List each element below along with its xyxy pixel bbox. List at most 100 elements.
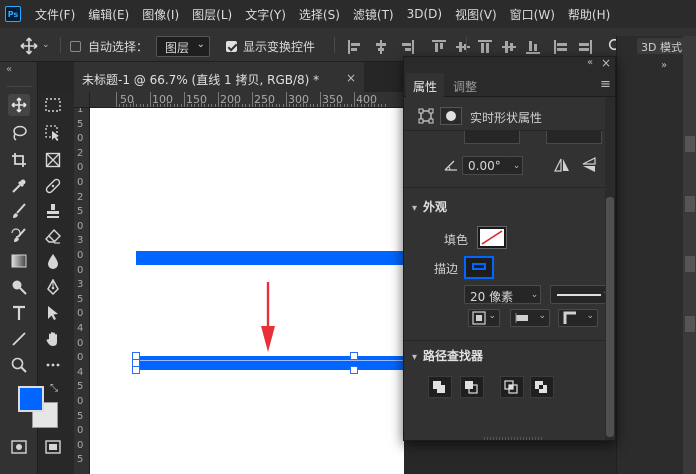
align-right-icon[interactable] [400, 40, 414, 54]
combine-shapes-button[interactable] [428, 376, 452, 398]
menu-view[interactable]: 视图(V) [455, 6, 497, 23]
dock-tab-3[interactable] [685, 256, 695, 272]
width-field[interactable] [464, 131, 520, 144]
stroke-cap-select[interactable]: ⌄ [510, 309, 550, 327]
distribute-top-icon[interactable] [478, 40, 492, 54]
blur-icon[interactable] [42, 250, 64, 272]
healing-brush-icon[interactable] [42, 175, 64, 197]
distribute-center-icon[interactable] [502, 40, 516, 54]
history-brush-icon[interactable] [8, 225, 30, 247]
height-field[interactable] [546, 131, 602, 144]
horizontal-ruler[interactable]: 50 100 150 200 250 300 350 400 [90, 92, 404, 108]
close-icon[interactable]: × [601, 56, 611, 70]
chevron-down-icon[interactable]: ⌄ [529, 285, 541, 304]
foreground-color-swatch[interactable] [18, 386, 44, 412]
zoom-icon[interactable] [8, 354, 30, 376]
photoshop-logo[interactable]: Ps [5, 6, 21, 22]
transform-handle[interactable] [350, 366, 358, 374]
appearance-section-title[interactable]: ▾ 外观 [412, 198, 447, 215]
transform-handle[interactable] [350, 352, 358, 360]
stroke-align-select[interactable]: ⌄ [468, 309, 500, 327]
ruler-label: 4 [77, 323, 84, 334]
frame-icon[interactable] [42, 149, 64, 171]
dodge-icon[interactable] [8, 276, 30, 298]
pathfinder-section-title[interactable]: ▾ 路径查找器 [412, 347, 483, 364]
screen-mode-icon[interactable] [42, 436, 64, 458]
menu-edit[interactable]: 编辑(E) [88, 6, 129, 23]
menu-file[interactable]: 文件(F) [35, 6, 75, 23]
align-horizontal-center-icon[interactable] [374, 40, 388, 54]
align-top-icon[interactable] [432, 40, 446, 54]
dock-tab-2[interactable] [685, 196, 695, 212]
document-canvas[interactable] [90, 108, 404, 474]
panel-scrollbar-thumb[interactable] [606, 197, 614, 437]
toolbar-collapse-icon[interactable]: « [6, 64, 12, 75]
panel-collapse-icon[interactable]: « [587, 57, 593, 68]
subtract-front-shape-button[interactable] [460, 376, 484, 398]
auto-select-checkbox[interactable] [70, 41, 81, 52]
lasso-icon[interactable] [8, 122, 30, 144]
pen-icon[interactable] [42, 276, 64, 298]
quick-mask-icon[interactable] [8, 436, 30, 458]
flip-vertical-icon[interactable] [582, 157, 596, 173]
menu-select[interactable]: 选择(S) [299, 6, 340, 23]
mask-icon[interactable] [440, 107, 462, 125]
menu-image[interactable]: 图像(I) [142, 6, 179, 23]
stroke-width-input[interactable]: 20 像素 [464, 285, 530, 304]
transform-handle[interactable] [132, 366, 140, 374]
brush-icon[interactable] [8, 200, 30, 222]
rectangular-marquee-icon[interactable] [42, 94, 64, 116]
auto-select-target-select[interactable]: 图层 ⌄ [156, 36, 210, 57]
line-tool-icon[interactable] [8, 328, 30, 350]
panel-scrollbar[interactable] [605, 97, 615, 440]
panel-resize-grip[interactable] [484, 437, 544, 440]
align-left-icon[interactable] [348, 40, 362, 54]
dock-tab-4[interactable] [685, 316, 695, 332]
panel-tabs: 属性 调整 ≡ [404, 73, 615, 97]
distribute-bottom-icon[interactable] [526, 40, 540, 54]
fill-swatch-none[interactable] [477, 226, 507, 249]
dock-collapse-icon[interactable]: » [661, 60, 667, 71]
ruler-origin[interactable] [74, 92, 90, 108]
menu-window[interactable]: 窗口(W) [510, 6, 555, 23]
hand-icon[interactable] [42, 328, 64, 350]
move-tool-icon[interactable] [20, 37, 38, 55]
show-transform-checkbox[interactable] [226, 41, 237, 52]
tab-adjustments[interactable]: 调整 [446, 73, 484, 97]
close-icon[interactable]: × [346, 71, 356, 85]
document-tab[interactable]: 未标题-1 @ 66.7% (直线 1 拷贝, RGB/8) * × [74, 62, 364, 92]
clone-stamp-icon[interactable] [42, 200, 64, 222]
vertical-ruler[interactable]: 1 5 0 2 0 0 2 5 0 3 0 0 3 5 0 4 0 0 4 5 0 5 0 0 5 [74, 108, 90, 474]
crop-icon[interactable] [8, 149, 30, 171]
menu-3d[interactable]: 3D(D) [407, 7, 442, 21]
eyedropper-icon[interactable] [8, 175, 30, 197]
eraser-icon[interactable] [42, 225, 64, 247]
menu-type[interactable]: 文字(Y) [245, 6, 286, 23]
stroke-swatch[interactable] [464, 256, 494, 279]
path-selection-icon[interactable] [42, 302, 64, 324]
line-shape-original[interactable] [136, 251, 404, 265]
intersect-shapes-button[interactable] [500, 376, 524, 398]
exclude-overlap-button[interactable] [530, 376, 554, 398]
swap-colors-icon[interactable]: ⤡ [50, 383, 58, 394]
tab-properties[interactable]: 属性 [406, 73, 445, 97]
stroke-corner-select[interactable]: ⌄ [558, 309, 598, 327]
line-shape-copy-selected[interactable] [136, 356, 404, 370]
type-icon[interactable] [8, 302, 30, 324]
gradient-icon[interactable] [8, 250, 30, 272]
menu-help[interactable]: 帮助(H) [568, 6, 610, 23]
align-vertical-center-icon[interactable] [456, 40, 470, 54]
distribute-right-icon[interactable] [578, 40, 592, 54]
panel-menu-icon[interactable]: ≡ [600, 77, 611, 92]
more-tools-icon[interactable] [42, 354, 64, 376]
tool-preset-chevron-icon[interactable]: ⌄ [42, 40, 50, 50]
object-selection-icon[interactable] [42, 122, 64, 144]
distribute-left-icon[interactable] [554, 40, 568, 54]
move-tool-icon[interactable] [8, 94, 30, 116]
angle-input[interactable]: 0.00° [462, 156, 512, 175]
dock-tab-1[interactable] [685, 136, 695, 152]
menu-filter[interactable]: 滤镜(T) [353, 6, 394, 23]
flip-horizontal-icon[interactable] [554, 158, 570, 172]
menu-layer[interactable]: 图层(L) [192, 6, 232, 23]
chevron-down-icon[interactable]: ⌄ [511, 156, 523, 175]
